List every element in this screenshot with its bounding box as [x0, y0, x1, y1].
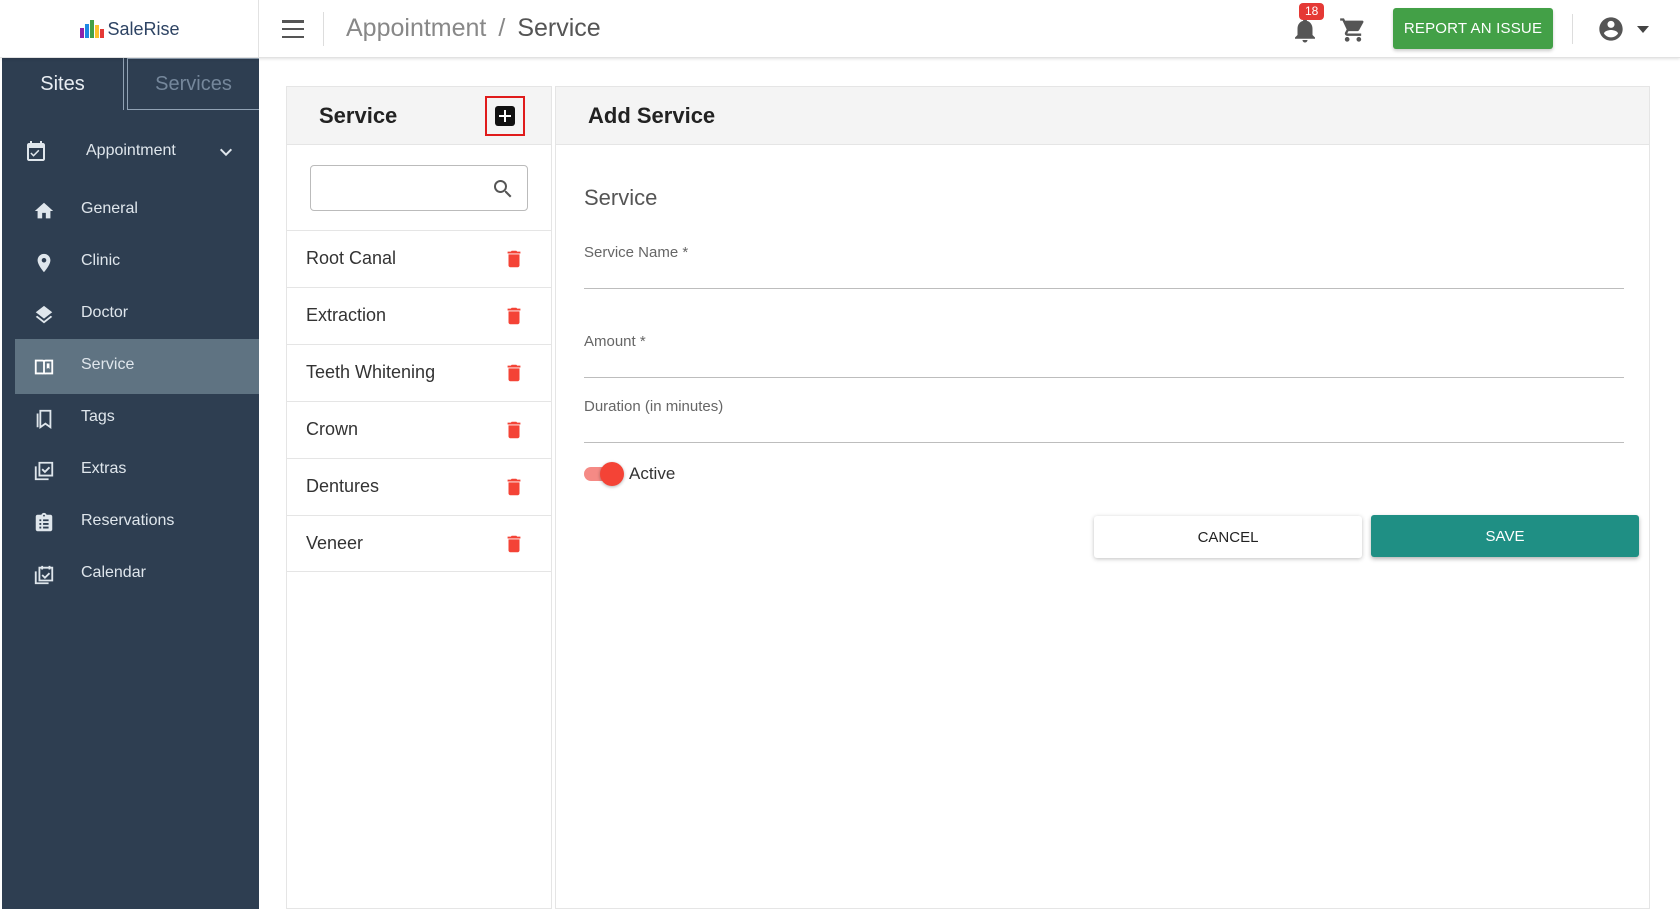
- list-panel-header: Service: [287, 87, 551, 145]
- active-label: Active: [629, 464, 676, 483]
- breadcrumb: Appointment / Service: [346, 14, 601, 43]
- cancel-button[interactable]: CANCEL: [1094, 516, 1362, 558]
- sidebar: Sites Services Appointment General Clini…: [2, 58, 259, 909]
- hamburger-menu-icon[interactable]: [280, 17, 306, 41]
- trash-icon[interactable]: [503, 247, 525, 271]
- sidebar-item-reservations[interactable]: Reservations: [15, 495, 259, 550]
- shopping-cart-icon[interactable]: [1338, 16, 1368, 44]
- sidebar-item-label: Service: [81, 356, 135, 373]
- sidebar-item-label: Extras: [81, 460, 127, 477]
- sidebar-item-doctor[interactable]: Doctor: [15, 287, 259, 342]
- breadcrumb-parent[interactable]: Appointment: [346, 14, 486, 43]
- trash-icon[interactable]: [503, 304, 525, 328]
- book-icon: [34, 359, 54, 375]
- list-item[interactable]: Root Canal: [287, 230, 551, 287]
- sidebar-item-calendar[interactable]: Calendar: [15, 547, 259, 602]
- caret-down-icon: [1637, 25, 1649, 33]
- form-panel-title: Add Service: [588, 103, 716, 128]
- search-icon[interactable]: [491, 177, 515, 201]
- sidebar-item-label: Calendar: [81, 564, 146, 581]
- service-name: Veneer: [306, 533, 364, 553]
- brand-mark-icon: [80, 20, 105, 38]
- amount-field[interactable]: Amount *: [584, 333, 1624, 378]
- tab-services[interactable]: Services: [127, 58, 259, 110]
- sidebar-item-label: Tags: [81, 408, 115, 425]
- breadcrumb-current: Service: [517, 14, 601, 42]
- service-name: Dentures: [306, 476, 380, 496]
- toggle-thumb: [600, 462, 624, 486]
- location-pin-icon: [37, 253, 51, 273]
- service-name-field[interactable]: Service Name *: [584, 244, 1624, 289]
- duration-input[interactable]: [584, 418, 1624, 440]
- brand-logo[interactable]: SaleRise: [80, 18, 180, 40]
- layers-icon: [35, 305, 53, 324]
- chevron-down-icon: [219, 148, 233, 157]
- service-list-panel: Service Root Canal Extraction Teeth Whit…: [286, 86, 552, 909]
- bookmark-icon: [36, 409, 52, 430]
- plus-box-icon: [495, 106, 515, 126]
- sidebar-item-general[interactable]: General: [15, 183, 259, 238]
- sidebar-item-label: Clinic: [81, 252, 121, 269]
- search-field[interactable]: [310, 165, 528, 211]
- service-name: Root Canal: [306, 248, 397, 268]
- list-item[interactable]: Veneer: [287, 515, 551, 572]
- add-service-panel: Add Service Service Service Name * Amoun…: [555, 86, 1650, 909]
- list-item[interactable]: Crown: [287, 401, 551, 458]
- trash-icon[interactable]: [503, 361, 525, 385]
- brand-name: SaleRise: [107, 18, 180, 39]
- service-name: Extraction: [306, 305, 387, 325]
- duration-label: Duration (in minutes): [584, 398, 724, 415]
- sidebar-item-label: Reservations: [81, 512, 175, 529]
- service-name-input[interactable]: [584, 264, 1624, 286]
- sidebar-item-label: Doctor: [81, 304, 129, 321]
- add-service-button[interactable]: [485, 96, 525, 136]
- trash-icon[interactable]: [503, 532, 525, 556]
- trash-icon[interactable]: [503, 475, 525, 499]
- amount-label: Amount *: [584, 333, 646, 350]
- calendar-icon: [34, 565, 54, 585]
- sidebar-item-label: General: [81, 200, 138, 217]
- calendar-check-icon: [27, 141, 45, 161]
- clipboard-icon: [35, 512, 53, 532]
- save-button[interactable]: SAVE: [1371, 515, 1639, 557]
- report-issue-button[interactable]: REPORT AN ISSUE: [1393, 8, 1553, 49]
- service-list: Root Canal Extraction Teeth Whitening Cr…: [287, 230, 551, 572]
- account-circle-icon: [1599, 17, 1623, 41]
- service-name: Teeth Whitening: [306, 362, 436, 382]
- divider: [1572, 14, 1573, 44]
- sidebar-item-extras[interactable]: Extras: [15, 443, 259, 498]
- list-item[interactable]: Teeth Whitening: [287, 344, 551, 401]
- account-menu[interactable]: [1597, 15, 1649, 43]
- checklist-icon: [34, 461, 54, 481]
- sidebar-item-tags[interactable]: Tags: [15, 391, 259, 446]
- list-panel-title: Service: [319, 103, 398, 128]
- trash-icon[interactable]: [503, 418, 525, 442]
- sidebar-group-label: Appointment: [86, 142, 176, 159]
- top-bar: SaleRise Appointment / Service 18 REPORT…: [0, 0, 1680, 58]
- list-item[interactable]: Extraction: [287, 287, 551, 344]
- divider: [323, 12, 324, 46]
- sidebar-item-service[interactable]: Service: [15, 339, 259, 394]
- sidebar-item-clinic[interactable]: Clinic: [15, 235, 259, 290]
- notification-badge: 18: [1299, 3, 1325, 20]
- app-window: SaleRise Appointment / Service 18 REPORT…: [0, 0, 1680, 909]
- amount-input[interactable]: [584, 353, 1624, 375]
- main-content: Service Root Canal Extraction Teeth Whit…: [259, 58, 1680, 909]
- duration-field[interactable]: Duration (in minutes): [584, 398, 1624, 443]
- sidebar-tabs: Sites Services: [2, 58, 259, 110]
- breadcrumb-separator: /: [498, 14, 506, 42]
- active-toggle[interactable]: [584, 462, 624, 486]
- service-name: Crown: [306, 419, 359, 439]
- home-icon: [34, 202, 54, 219]
- logo-area[interactable]: SaleRise: [2, 0, 259, 58]
- sidebar-group-appointment[interactable]: Appointment: [2, 130, 259, 174]
- list-item[interactable]: Dentures: [287, 458, 551, 515]
- form-section-title: Service: [584, 185, 658, 210]
- tab-sites[interactable]: Sites: [2, 58, 124, 110]
- search-input[interactable]: [319, 174, 489, 202]
- service-name-label: Service Name *: [584, 244, 689, 261]
- form-panel-header: Add Service: [556, 87, 1649, 145]
